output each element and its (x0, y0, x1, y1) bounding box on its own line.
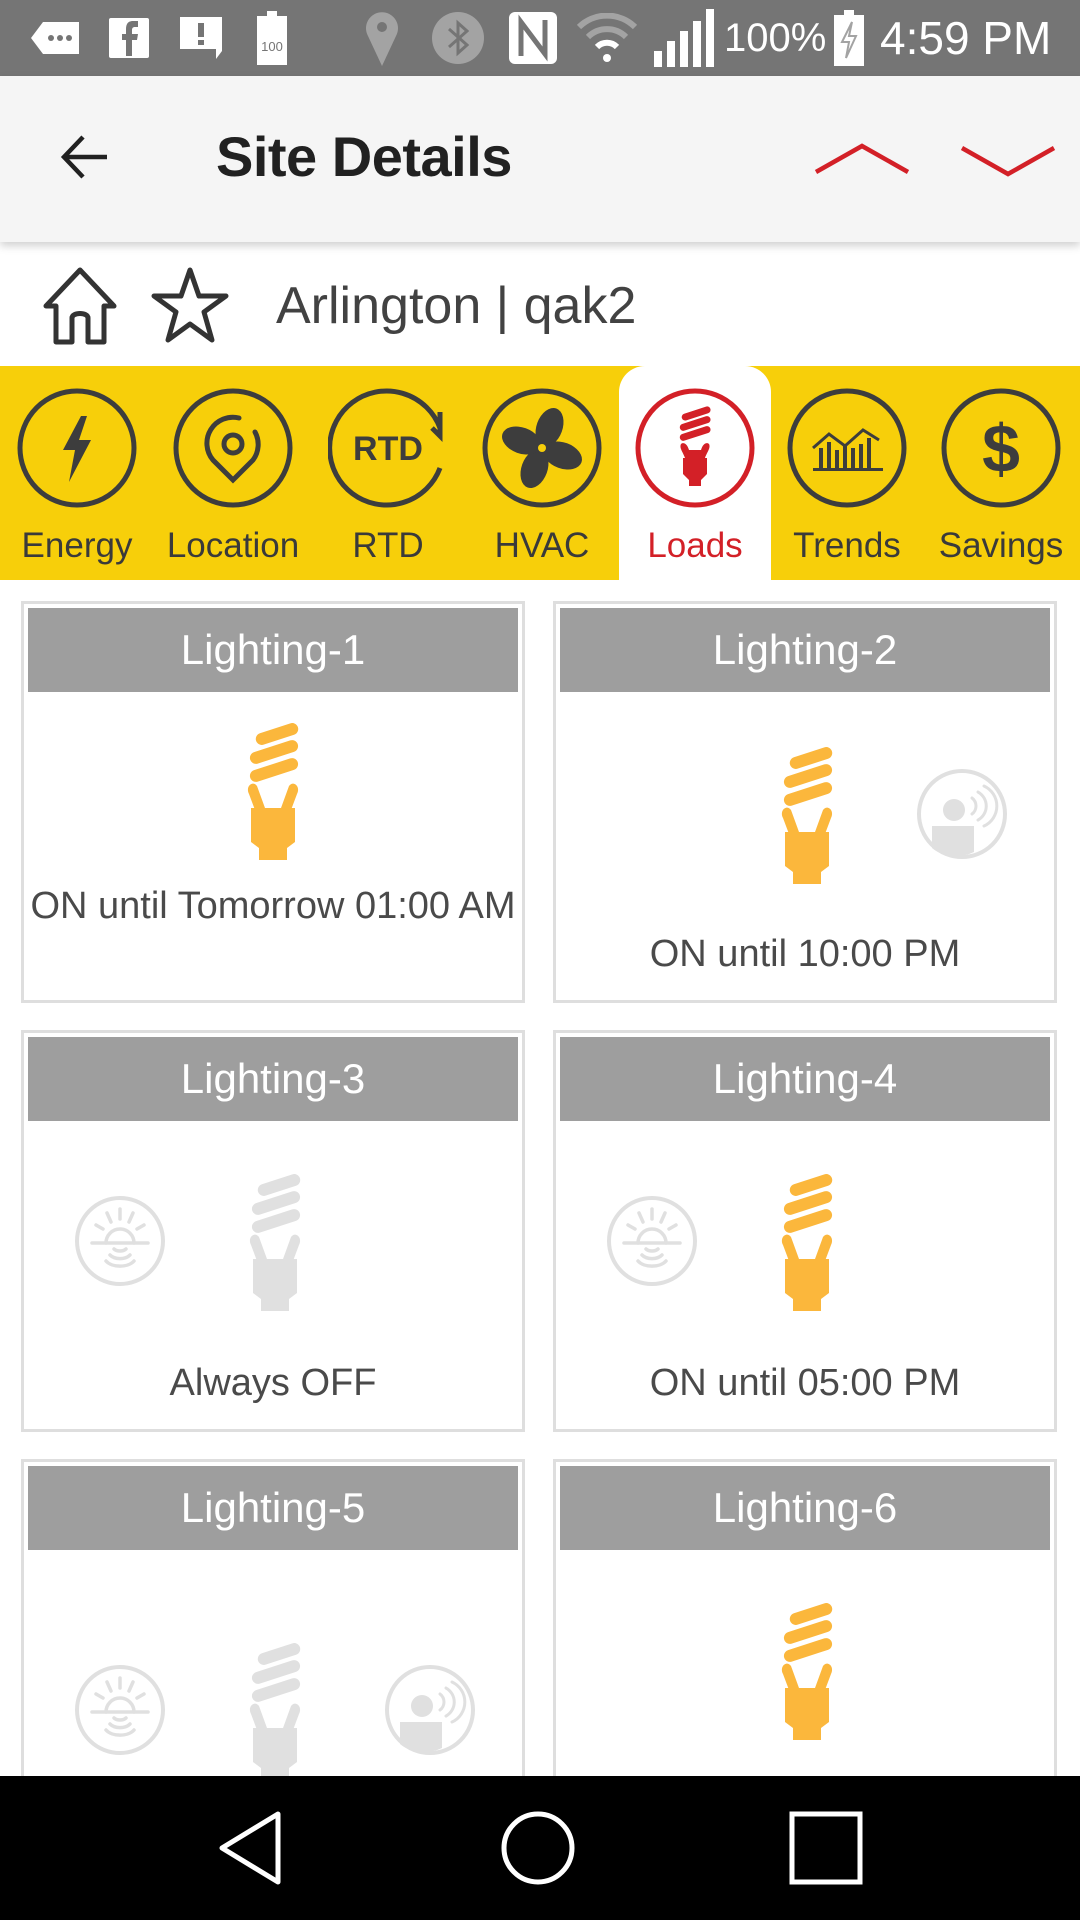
star-outline-icon (151, 267, 229, 343)
fan-icon (482, 388, 602, 508)
daylight-sensor-icon (74, 1664, 166, 1756)
battery-percent: 100% (724, 16, 827, 60)
wifi-icon (574, 0, 640, 76)
bulb-icon (635, 388, 755, 508)
status-bar: 100 100% 4:59 PM (0, 0, 1080, 76)
chevron-down-icon (960, 146, 1056, 177)
bulb-on-icon (777, 746, 837, 886)
load-name: Lighting-5 (28, 1466, 518, 1550)
svg-text:100: 100 (261, 39, 283, 54)
facebook-icon (106, 0, 152, 76)
app-bar: Site Details (0, 76, 1080, 242)
load-status: ON until 10:00 PM (649, 933, 961, 975)
load-card-lighting-1[interactable]: Lighting-1 ON until Tomorrow 01:00 AM (21, 601, 525, 1003)
page-title: Site Details (216, 125, 512, 188)
bulb-on-icon (777, 1173, 837, 1313)
chevron-up-icon (814, 143, 910, 174)
nav-home-icon (501, 1811, 575, 1885)
nav-recents-button[interactable] (786, 1808, 866, 1888)
alert-message-icon (176, 0, 226, 76)
load-name: Lighting-4 (560, 1037, 1050, 1121)
system-nav-bar (0, 1776, 1080, 1920)
nav-home-button[interactable] (498, 1808, 578, 1888)
daylight-sensor-icon (74, 1195, 166, 1287)
load-card-lighting-4[interactable]: Lighting-4 ON until 05:00 PM (553, 1030, 1057, 1432)
tab-label: Location (166, 526, 300, 565)
nav-back-button[interactable] (210, 1808, 290, 1888)
lightning-icon (17, 388, 137, 508)
load-status: ON until Tomorrow 01:00 AM (30, 885, 516, 927)
occupancy-sensor-icon (384, 1664, 476, 1756)
bulb-on-icon (777, 1602, 837, 1742)
tab-label: Energy (21, 526, 133, 565)
bulb-off-icon (245, 1173, 305, 1313)
dollar-icon: $ (941, 388, 1061, 508)
load-name: Lighting-3 (28, 1037, 518, 1121)
back-button[interactable] (50, 122, 120, 192)
favorite-button[interactable] (148, 264, 232, 348)
clock: 4:59 PM (880, 12, 1052, 64)
occupancy-sensor-icon (916, 768, 1008, 860)
bulb-on-icon (243, 722, 303, 862)
tab-label: HVAC (494, 526, 590, 565)
nav-recents-icon (789, 1811, 863, 1885)
map-pin-icon (173, 388, 293, 508)
battery-charging-icon (832, 0, 866, 76)
previous-site-button[interactable] (810, 130, 914, 190)
nav-back-icon (219, 1811, 281, 1885)
daylight-sensor-icon (606, 1195, 698, 1287)
tab-rtd[interactable]: RTD RTD (312, 366, 464, 580)
tab-energy[interactable]: Energy (1, 366, 153, 580)
battery-100-icon: 100 (254, 0, 290, 76)
load-card-lighting-2[interactable]: Lighting-2 ON until 10:00 PM (553, 601, 1057, 1003)
svg-text:$: $ (982, 411, 1020, 487)
home-button[interactable] (38, 264, 122, 348)
location-icon (362, 0, 402, 76)
home-icon (43, 267, 117, 345)
tab-label: RTD (352, 526, 424, 565)
next-site-button[interactable] (956, 130, 1060, 190)
tab-label: Loads (647, 526, 743, 565)
load-name: Lighting-1 (28, 608, 518, 692)
load-status: ON until 05:00 PM (649, 1362, 961, 1404)
load-card-lighting-3[interactable]: Lighting-3 Always OFF (21, 1030, 525, 1432)
tab-trends[interactable]: Trends (771, 366, 923, 580)
site-name: Arlington | qak2 (276, 277, 637, 335)
bluetooth-icon (430, 0, 486, 76)
bar-chart-icon (787, 388, 907, 508)
nfc-icon (508, 0, 558, 76)
svg-text:RTD: RTD (353, 430, 423, 468)
category-tabs: Energy Location RTD RTD HVAC Loads Trend… (0, 366, 1080, 580)
tab-hvac[interactable]: HVAC (466, 366, 618, 580)
tab-savings[interactable]: $ Savings (925, 366, 1077, 580)
load-name: Lighting-2 (560, 608, 1050, 692)
rtd-refresh-icon: RTD (328, 388, 443, 508)
site-header: Arlington | qak2 (0, 244, 1080, 366)
load-name: Lighting-6 (560, 1466, 1050, 1550)
tab-label: Trends (793, 526, 901, 565)
more-notifications-icon (28, 0, 82, 76)
tab-location[interactable]: Location (157, 366, 309, 580)
signal-icon (650, 0, 716, 76)
tab-loads[interactable]: Loads (619, 366, 771, 580)
bulb-off-icon (245, 1642, 305, 1782)
load-card-lighting-5[interactable]: Lighting-5 (21, 1459, 525, 1776)
load-status: Always OFF (169, 1362, 377, 1404)
load-card-lighting-6[interactable]: Lighting-6 (553, 1459, 1057, 1776)
arrow-left-icon (60, 135, 107, 179)
tab-label: Savings (938, 526, 1064, 565)
